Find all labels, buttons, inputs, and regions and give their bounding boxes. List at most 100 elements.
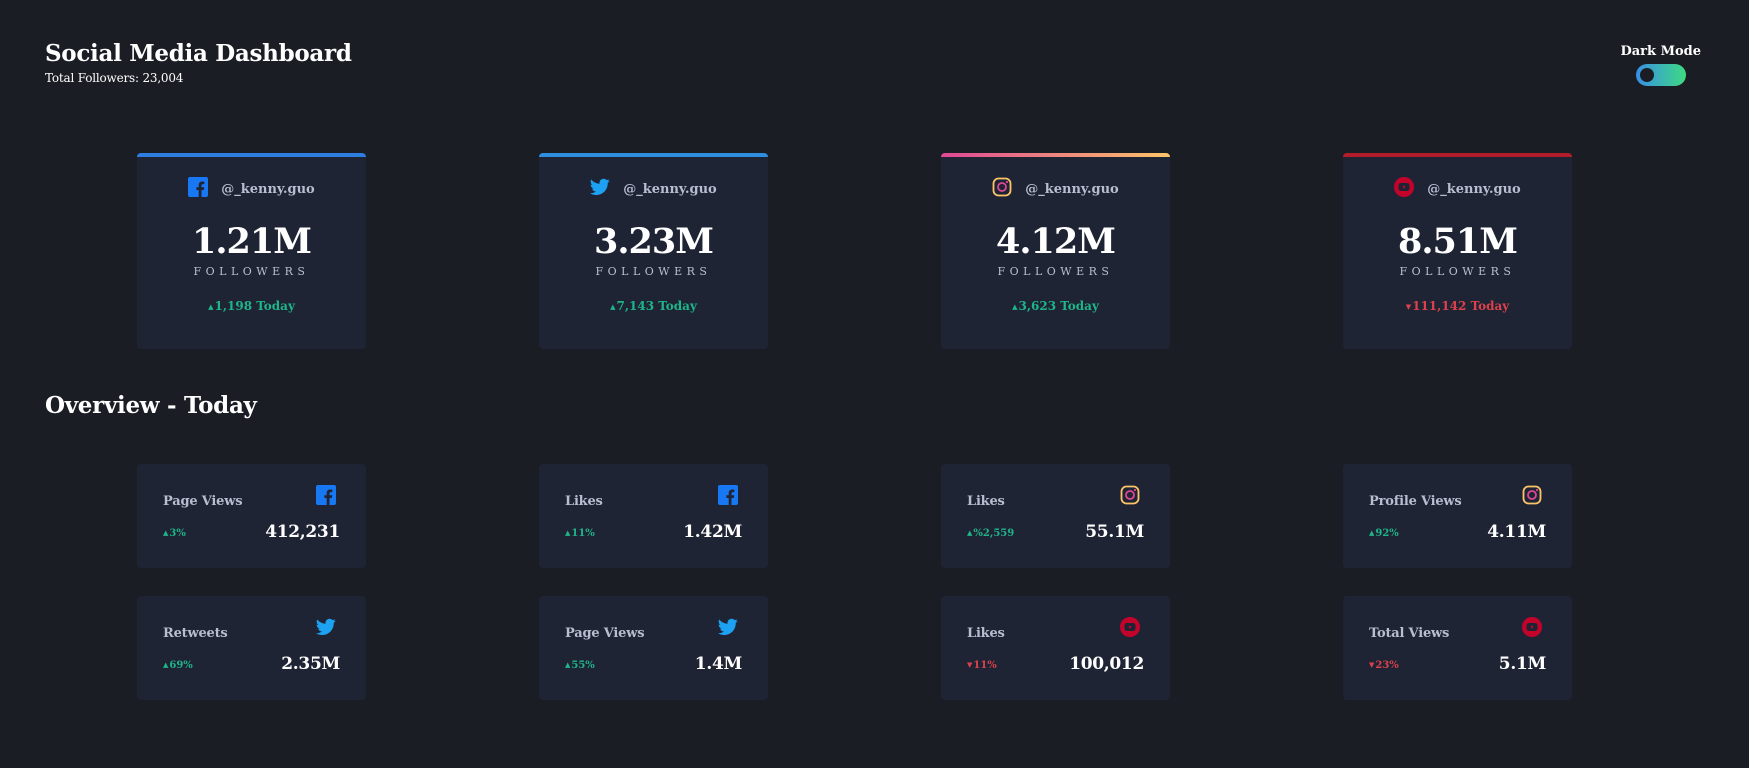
tile-percent-text: 92% (1375, 528, 1399, 539)
arrow-up-icon: ▲ (565, 528, 571, 537)
card-top-stripe (539, 153, 768, 157)
follower-count: 3.23M (594, 221, 714, 262)
card-handle-row: @_kenny.guo (137, 177, 366, 201)
overview-tile-facebook[interactable]: Likes ▲11% 1.42M (539, 464, 768, 568)
follower-count: 4.12M (996, 221, 1116, 262)
followers-caption: FOLLOWERS (193, 265, 310, 278)
tile-percent-text: 11% (973, 660, 997, 671)
overview-tile-twitter[interactable]: Retweets ▲69% 2.35M (137, 596, 366, 700)
follower-card-facebook[interactable]: @_kenny.guo 1.21M FOLLOWERS ▲1,198 Today (137, 153, 366, 349)
arrow-up-icon: ▲ (163, 660, 169, 669)
card-handle-row: @_kenny.guo (539, 177, 768, 201)
tile-value: 1.42M (683, 522, 742, 542)
tile-label: Likes (565, 494, 603, 509)
tile-value: 55.1M (1085, 522, 1144, 542)
tile-percent-text: 55% (571, 660, 595, 671)
card-handle-row: @_kenny.guo (941, 177, 1170, 201)
today-change: ▲1,198 Today (137, 299, 366, 313)
overview-tile-instagram[interactable]: Likes ▲%2,559 55.1M (941, 464, 1170, 568)
tile-label: Page Views (565, 626, 645, 641)
overview-tile-twitter[interactable]: Page Views ▲55% 1.4M (539, 596, 768, 700)
toggle-knob[interactable] (1639, 68, 1654, 82)
twitter-icon (718, 617, 738, 641)
arrow-up-icon: ▲ (565, 660, 571, 669)
tile-label: Page Views (163, 494, 243, 509)
overview-tile-youtube[interactable]: Likes ▼11% 100,012 (941, 596, 1170, 700)
tile-label: Profile Views (1369, 494, 1462, 509)
tile-value: 4.11M (1487, 522, 1546, 542)
arrow-down-icon: ▼ (967, 660, 973, 669)
tile-percent: ▲%2,559 (967, 528, 1014, 539)
arrow-down-icon: ▼ (1369, 660, 1375, 669)
tile-value: 100,012 (1069, 654, 1144, 674)
facebook-icon (188, 177, 209, 201)
card-top-stripe (1343, 153, 1572, 157)
twitter-icon (590, 177, 610, 201)
overview-title: Overview - Today (45, 392, 257, 419)
tile-label: Retweets (163, 626, 228, 641)
arrow-up-icon: ▲ (208, 302, 214, 311)
dark-mode-toggle[interactable] (1635, 64, 1686, 86)
today-change: ▲3,623 Today (941, 299, 1170, 313)
tile-value: 1.4M (694, 654, 743, 674)
tile-percent: ▲69% (163, 660, 193, 671)
tile-label: Total Views (1369, 626, 1450, 641)
card-handle: @_kenny.guo (221, 181, 315, 197)
youtube-icon (1394, 177, 1415, 201)
tile-percent: ▼11% (967, 660, 997, 671)
tile-value: 412,231 (265, 522, 340, 542)
arrow-up-icon: ▲ (1369, 528, 1375, 537)
header: Social Media Dashboard Total Followers: … (45, 40, 352, 85)
arrow-up-icon: ▲ (1012, 302, 1018, 311)
dashboard-page: Social Media Dashboard Total Followers: … (0, 0, 1749, 768)
arrow-up-icon: ▲ (967, 528, 973, 537)
card-handle: @_kenny.guo (623, 181, 717, 197)
tile-label: Likes (967, 626, 1005, 641)
today-change-text: 111,142 Today (1412, 299, 1510, 313)
dark-mode-label: Dark Mode (1620, 44, 1701, 59)
tile-percent: ▲11% (565, 528, 595, 539)
today-change-text: 3,623 Today (1018, 299, 1099, 313)
follower-count: 8.51M (1398, 221, 1518, 262)
page-title: Social Media Dashboard (45, 40, 352, 67)
arrow-up-icon: ▲ (610, 302, 616, 311)
card-handle-row: @_kenny.guo (1343, 177, 1572, 201)
tile-percent: ▼23% (1369, 660, 1399, 671)
follower-count: 1.21M (192, 221, 312, 262)
instagram-icon (1522, 485, 1542, 509)
card-top-stripe (137, 153, 366, 157)
today-change-text: 7,143 Today (616, 299, 697, 313)
instagram-icon (1120, 485, 1140, 509)
twitter-icon (316, 617, 336, 641)
tile-percent-text: 3% (169, 528, 186, 539)
youtube-icon (1522, 617, 1542, 641)
today-change: ▼111,142 Today (1343, 299, 1572, 313)
card-handle: @_kenny.guo (1427, 181, 1521, 197)
tile-percent-text: 23% (1375, 660, 1399, 671)
overview-tile-youtube[interactable]: Total Views ▼23% 5.1M (1343, 596, 1572, 700)
total-followers: Total Followers: 23,004 (45, 71, 184, 85)
youtube-icon (1120, 617, 1140, 641)
card-top-stripe (941, 153, 1170, 157)
arrow-down-icon: ▼ (1405, 302, 1412, 311)
dark-mode-control: Dark Mode (1620, 44, 1701, 90)
tile-value: 5.1M (1498, 654, 1547, 674)
tile-value: 2.35M (281, 654, 340, 674)
tile-percent-text: 11% (571, 528, 595, 539)
instagram-icon (992, 177, 1012, 201)
today-change-text: 1,198 Today (214, 299, 295, 313)
overview-tile-facebook[interactable]: Page Views ▲3% 412,231 (137, 464, 366, 568)
follower-card-instagram[interactable]: @_kenny.guo 4.12M FOLLOWERS ▲3,623 Today (941, 153, 1170, 349)
tile-percent: ▲92% (1369, 528, 1399, 539)
followers-caption: FOLLOWERS (1399, 265, 1516, 278)
follower-card-youtube[interactable]: @_kenny.guo 8.51M FOLLOWERS ▼111,142 Tod… (1343, 153, 1572, 349)
followers-caption: FOLLOWERS (595, 265, 712, 278)
facebook-icon (316, 485, 336, 509)
arrow-up-icon: ▲ (163, 528, 169, 537)
tile-percent: ▲3% (163, 528, 186, 539)
overview-tile-instagram[interactable]: Profile Views ▲92% 4.11M (1343, 464, 1572, 568)
tile-percent-text: 69% (169, 660, 193, 671)
today-change: ▲7,143 Today (539, 299, 768, 313)
facebook-icon (718, 485, 738, 509)
follower-card-twitter[interactable]: @_kenny.guo 3.23M FOLLOWERS ▲7,143 Today (539, 153, 768, 349)
